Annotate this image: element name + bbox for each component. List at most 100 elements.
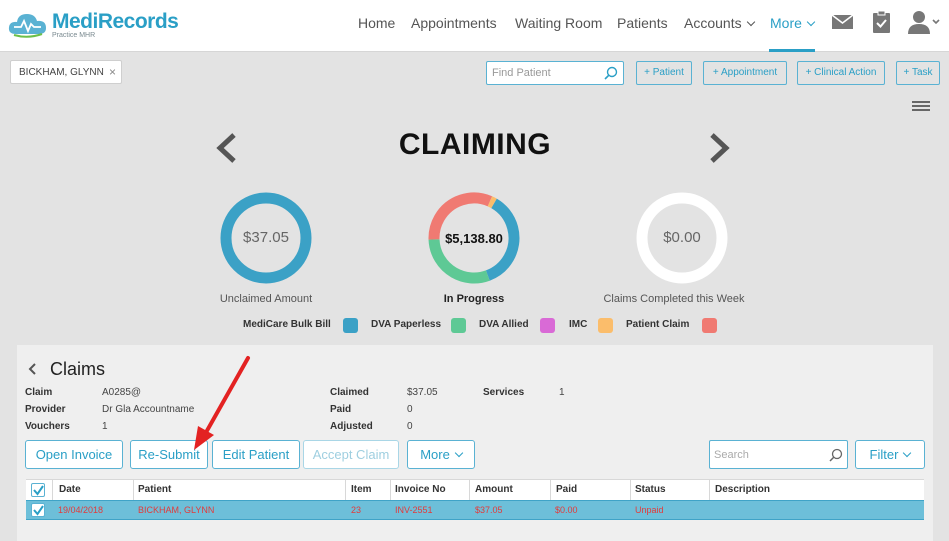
column-divider <box>709 480 710 501</box>
current-patient-name: BICKHAM, GLYNN <box>19 67 104 78</box>
find-patient-input[interactable]: Find Patient <box>486 61 624 85</box>
cell-amount: $37.05 <box>475 505 503 515</box>
nav-accounts-label: Accounts <box>684 15 742 31</box>
more-actions-label: More <box>420 447 450 462</box>
add-patient-button[interactable]: + Patient <box>636 61 692 85</box>
cloud-logo-icon <box>8 14 46 38</box>
legend-label-patient-claim: Patient Claim <box>626 319 690 330</box>
cell-item: 23 <box>351 505 362 515</box>
claims-title: Claims <box>50 359 106 379</box>
add-clinical-action-button[interactable]: + Clinical Action <box>797 61 885 85</box>
logo-subtitle: Practice MHR <box>52 32 96 39</box>
checkmark-icon <box>33 485 44 496</box>
column-header-date[interactable]: Date <box>59 484 81 495</box>
column-divider <box>345 480 346 501</box>
provider-value: Dr Gla Accountname <box>102 404 195 415</box>
legend-label-medicare-bulk-bill: MediCare Bulk Bill <box>243 319 331 330</box>
close-icon[interactable]: × <box>109 65 116 79</box>
clipboard-check-icon[interactable] <box>869 10 895 34</box>
chevron-down-icon <box>806 17 816 27</box>
logo-text: MediRecords <box>52 10 179 33</box>
legend-swatch-imc <box>598 318 613 333</box>
more-actions-button[interactable]: More <box>407 440 475 469</box>
legend-label-imc: IMC <box>569 319 588 330</box>
accept-claim-button[interactable]: Accept Claim <box>303 440 399 469</box>
claims-completed-label: Claims Completed this Week <box>603 293 745 305</box>
mail-icon[interactable] <box>830 10 856 34</box>
legend-label-dva-allied: DVA Allied <box>479 319 529 330</box>
add-appointment-button[interactable]: + Appointment <box>703 61 787 85</box>
select-all-checkbox[interactable] <box>31 483 45 497</box>
adjusted-value: 0 <box>407 421 413 432</box>
nav-more-label: More <box>770 15 802 31</box>
patient-action-bar: BICKHAM, GLYNN × Find Patient + Patient … <box>0 53 949 93</box>
cell-status: Unpaid <box>635 505 664 515</box>
column-divider <box>630 480 631 501</box>
column-header-description[interactable]: Description <box>715 484 770 495</box>
paid-value: 0 <box>407 404 413 415</box>
nav-appointments[interactable]: Appointments <box>411 15 497 31</box>
cell-date: 19/04/2018 <box>58 505 104 515</box>
open-invoice-button[interactable]: Open Invoice <box>25 440 123 469</box>
hamburger-menu-icon[interactable] <box>912 101 930 111</box>
add-task-button[interactable]: + Task <box>896 61 940 85</box>
legend-label-dva-paperless: DVA Paperless <box>371 319 442 330</box>
claims-search-placeholder: Search <box>714 449 749 461</box>
claimed-value: $37.05 <box>407 387 438 398</box>
nav-waiting-room[interactable]: Waiting Room <box>515 15 602 31</box>
previous-arrow-icon[interactable] <box>214 132 240 164</box>
user-icon[interactable] <box>908 10 942 34</box>
active-nav-indicator <box>769 49 815 52</box>
vouchers-value: 1 <box>102 421 108 432</box>
chevron-down-icon <box>746 17 755 27</box>
services-value: 1 <box>559 387 565 398</box>
column-header-paid[interactable]: Paid <box>556 484 577 495</box>
annotation-arrow-icon <box>194 356 250 450</box>
claimed-label: Claimed <box>330 387 369 398</box>
column-divider <box>52 480 53 501</box>
column-header-amount[interactable]: Amount <box>475 484 513 495</box>
column-divider <box>390 480 391 501</box>
services-label: Services <box>483 387 525 398</box>
medirecords-logo[interactable]: MediRecords Practice MHR <box>8 8 179 44</box>
checkmark-icon <box>33 505 44 516</box>
provider-label: Provider <box>25 404 66 415</box>
legend-swatch-patient-claim <box>702 318 717 333</box>
column-header-item[interactable]: Item <box>351 484 372 495</box>
adjusted-label: Adjusted <box>330 421 373 432</box>
nav-home[interactable]: Home <box>358 15 395 31</box>
column-divider <box>133 480 134 501</box>
unclaimed-amount-label: Unclaimed Amount <box>219 293 313 305</box>
next-arrow-icon[interactable] <box>706 132 732 164</box>
chevron-down-icon <box>454 448 464 458</box>
page-title: CLAIMING <box>398 128 552 161</box>
claims-search-input[interactable]: Search <box>709 440 848 469</box>
search-icon[interactable] <box>604 66 618 80</box>
cell-patient: BICKHAM, GLYNN <box>138 505 215 515</box>
nav-more[interactable]: More <box>770 15 816 31</box>
cell-invoice-no: INV-2551 <box>395 505 433 515</box>
filter-button[interactable]: Filter <box>855 440 925 469</box>
column-divider <box>469 480 470 501</box>
cell-paid: $0.00 <box>555 505 578 515</box>
row-checkbox[interactable] <box>31 503 45 517</box>
column-header-status[interactable]: Status <box>635 484 666 495</box>
nav-accounts[interactable]: Accounts <box>684 15 755 31</box>
current-patient-tag[interactable]: BICKHAM, GLYNN × <box>10 60 122 84</box>
column-header-patient[interactable]: Patient <box>138 484 171 495</box>
back-chevron-icon[interactable] <box>27 363 39 375</box>
claims-table-header: Date Patient Item Invoice No Amount Paid… <box>26 479 924 501</box>
unclaimed-amount-value: $37.05 <box>243 229 289 246</box>
paid-label: Paid <box>330 404 352 415</box>
table-row[interactable]: 19/04/2018 BICKHAM, GLYNN 23 INV-2551 $3… <box>26 500 924 520</box>
in-progress-label: In Progress <box>443 293 505 305</box>
column-header-invoice-no[interactable]: Invoice No <box>395 484 446 495</box>
claims-completed-value: $0.00 <box>663 229 701 246</box>
nav-patients[interactable]: Patients <box>617 15 668 31</box>
find-patient-placeholder: Find Patient <box>492 67 551 79</box>
chevron-down-icon <box>903 448 912 458</box>
top-navigation-bar: MediRecords Practice MHR Home Appointmen… <box>0 0 949 52</box>
legend-swatch-dva-allied <box>540 318 555 333</box>
legend-swatch-dva-paperless <box>451 318 466 333</box>
search-icon[interactable] <box>829 448 843 462</box>
